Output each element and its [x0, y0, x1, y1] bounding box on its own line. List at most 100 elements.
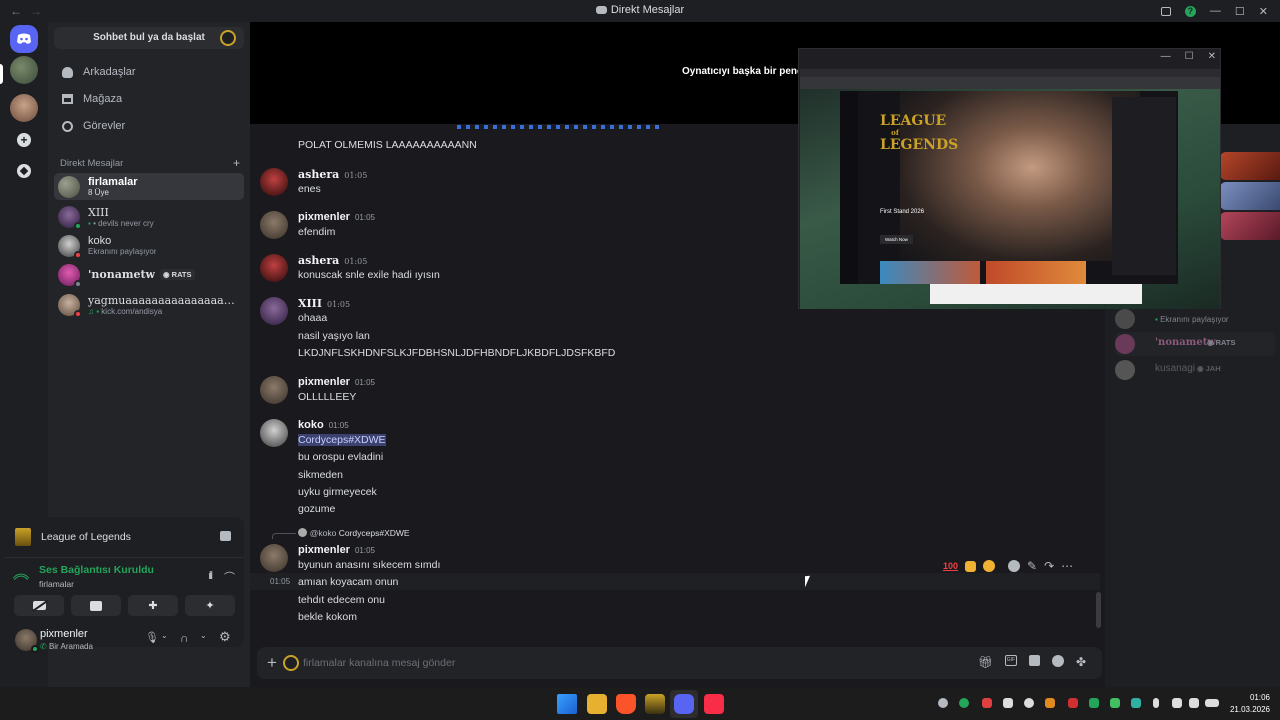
soundboard-button[interactable]: ✦	[185, 595, 235, 616]
voice-status[interactable]: Ses Bağlantısı Kuruldu	[39, 564, 154, 576]
apps-icon[interactable]: ✤	[1076, 655, 1086, 669]
tray-icon-6[interactable]	[1045, 698, 1055, 708]
message-input[interactable]: firlamalar kanalına mesaj gönder	[303, 657, 455, 669]
tray-icon-4[interactable]	[1003, 698, 1013, 708]
gift-icon[interactable]: 🎁︎	[978, 655, 993, 669]
dm-sub: 8 Üye	[88, 188, 109, 197]
volume-icon[interactable]	[1189, 698, 1199, 708]
home-button[interactable]	[10, 25, 38, 53]
dm-item-xiii[interactable]: XIII ▪ • devils never cry	[54, 203, 244, 230]
chevron-down-icon[interactable]: ⌄	[200, 631, 207, 640]
network-icon[interactable]	[1172, 698, 1182, 708]
dm-item-yagmu[interactable]: yagmuaaaaaaaaaaaaaaaaaa... ♫ ▪ kick.com/a…	[54, 291, 244, 318]
message-line: Cordyceps#XDWE	[298, 434, 386, 446]
message-line: OLLLLLEEY	[298, 391, 357, 403]
avatar[interactable]	[260, 168, 288, 196]
headphones-icon[interactable]: ∩	[180, 631, 189, 645]
minimize-button[interactable]: —	[1161, 51, 1171, 62]
tray-icon-10[interactable]	[1131, 698, 1141, 708]
highlighted-text[interactable]: Cordyceps#XDWE	[298, 434, 386, 446]
avatar[interactable]	[260, 419, 288, 447]
microphone-icon[interactable]: 🎙︎	[145, 631, 159, 644]
camera-off-button[interactable]	[14, 595, 64, 616]
add-server-button[interactable]: +	[10, 126, 38, 154]
stream-popout-window[interactable]: — ☐ ✕ LEAGUE of LEGENDS First Stand 2026…	[798, 48, 1221, 309]
emoji-icon[interactable]	[1051, 655, 1064, 667]
music-app-icon[interactable]	[704, 694, 724, 714]
discord-taskbar-icon[interactable]	[674, 694, 694, 714]
forward-icon[interactable]: ↷	[1044, 559, 1054, 573]
browser-tabbar	[800, 69, 1220, 77]
activities-button[interactable]: ✚	[128, 595, 178, 616]
avatar[interactable]	[260, 211, 288, 239]
screen-share-button[interactable]	[71, 595, 121, 616]
file-explorer-icon[interactable]	[587, 694, 607, 714]
avatar[interactable]	[260, 544, 288, 572]
nav-quests[interactable]: Görevler	[54, 114, 244, 138]
tray-icon-3[interactable]	[982, 698, 992, 708]
help-icon[interactable]: ?	[1184, 5, 1196, 17]
close-button[interactable]: ✕	[1208, 51, 1216, 62]
add-reaction-icon[interactable]	[1008, 560, 1021, 572]
noise-suppression-icon[interactable]: ılıl	[208, 570, 213, 582]
tray-icon-5[interactable]	[1024, 698, 1034, 708]
tray-icon-1[interactable]	[938, 698, 948, 708]
user-name[interactable]: pixmenler	[40, 628, 88, 640]
member-item-nonametw[interactable]: 'nonametw ◉ RATS	[1115, 332, 1275, 356]
shared-screen[interactable]: LEAGUE of LEGENDS First Stand 2026 Watch…	[800, 69, 1220, 309]
inbox-icon[interactable]	[1160, 6, 1171, 16]
status-dnd-icon	[74, 309, 82, 318]
message-line: konuscak snle exile hadi ıyısın	[298, 269, 440, 281]
battery-icon[interactable]	[1205, 699, 1219, 707]
close-button[interactable]: ✕	[1259, 5, 1268, 18]
maximize-button[interactable]: ☐	[1235, 5, 1245, 18]
explore-button[interactable]	[10, 157, 38, 185]
dm-item-nonametw[interactable]: 'nonametw ◉ RATS	[54, 261, 244, 288]
tray-icon-2[interactable]	[959, 698, 969, 708]
league-client-icon[interactable]	[645, 694, 665, 714]
thinking-face-icon[interactable]	[983, 560, 996, 572]
start-button[interactable]	[557, 694, 577, 714]
avatar[interactable]	[260, 254, 288, 282]
tray-icon-7[interactable]	[1068, 698, 1078, 708]
reply-reference[interactable]: @koko Cordyceps#XDWE	[272, 528, 410, 539]
disconnect-icon[interactable]: ⌒	[224, 569, 235, 585]
plus-circle-icon: +	[17, 133, 31, 147]
tray-icon-8[interactable]	[1089, 698, 1099, 708]
more-icon[interactable]: ⋯	[1061, 559, 1073, 573]
scrollbar[interactable]	[1096, 592, 1101, 628]
member-item-koko[interactable]: ▪ Ekranını paylaşıyor	[1115, 307, 1275, 329]
add-dm-icon[interactable]: +	[233, 157, 240, 169]
reaction-100-icon[interactable]: 100	[943, 561, 958, 571]
sticker-icon[interactable]	[1028, 655, 1040, 666]
edit-icon[interactable]: ✎	[1027, 559, 1037, 573]
nav-store[interactable]: Mağaza	[54, 87, 244, 111]
voice-channel[interactable]: firlamalar	[39, 579, 74, 589]
tray-icon-9[interactable]	[1110, 698, 1120, 708]
microphone-tray-icon[interactable]	[1153, 698, 1159, 708]
gif-icon[interactable]: GIF	[1004, 655, 1017, 666]
nav-friends[interactable]: Arkadaşlar	[54, 60, 244, 84]
taskbar: 01:06 21.03.2026	[0, 687, 1280, 720]
brave-icon[interactable]	[616, 694, 636, 714]
chevron-down-icon[interactable]: ⌄	[161, 631, 168, 640]
gear-icon[interactable]: ⚙	[219, 629, 231, 645]
thumbs-down-icon[interactable]	[965, 560, 977, 572]
activity-card-icon[interactable]	[220, 531, 231, 541]
dm-item-firlamalar[interactable]: firlamalar 8 Üye	[54, 173, 244, 200]
clan-tag: ◉ RATS	[160, 269, 195, 280]
search-input[interactable]: Sohbet bul ya da başlat	[54, 27, 244, 49]
clock[interactable]: 01:06 21.03.2026	[1230, 692, 1270, 716]
message-composer[interactable]: + firlamalar kanalına mesaj gönder 🎁︎ GI…	[257, 647, 1102, 679]
minimize-button[interactable]: —	[1210, 5, 1221, 17]
member-item-kusanagi[interactable]: kusanagi ◉ JAH	[1115, 358, 1275, 382]
avatar[interactable]	[260, 376, 288, 404]
white-bar	[930, 284, 1142, 304]
maximize-button[interactable]: ☐	[1185, 51, 1194, 62]
avatar[interactable]	[260, 297, 288, 325]
user-avatar[interactable]	[15, 629, 39, 653]
dm-sub: ♫ ▪ kick.com/andisya	[88, 306, 163, 316]
server-icon-1[interactable]	[10, 56, 38, 84]
dm-item-koko[interactable]: koko Ekranını paylaşıyor	[54, 232, 244, 259]
server-icon-2[interactable]	[10, 94, 38, 122]
